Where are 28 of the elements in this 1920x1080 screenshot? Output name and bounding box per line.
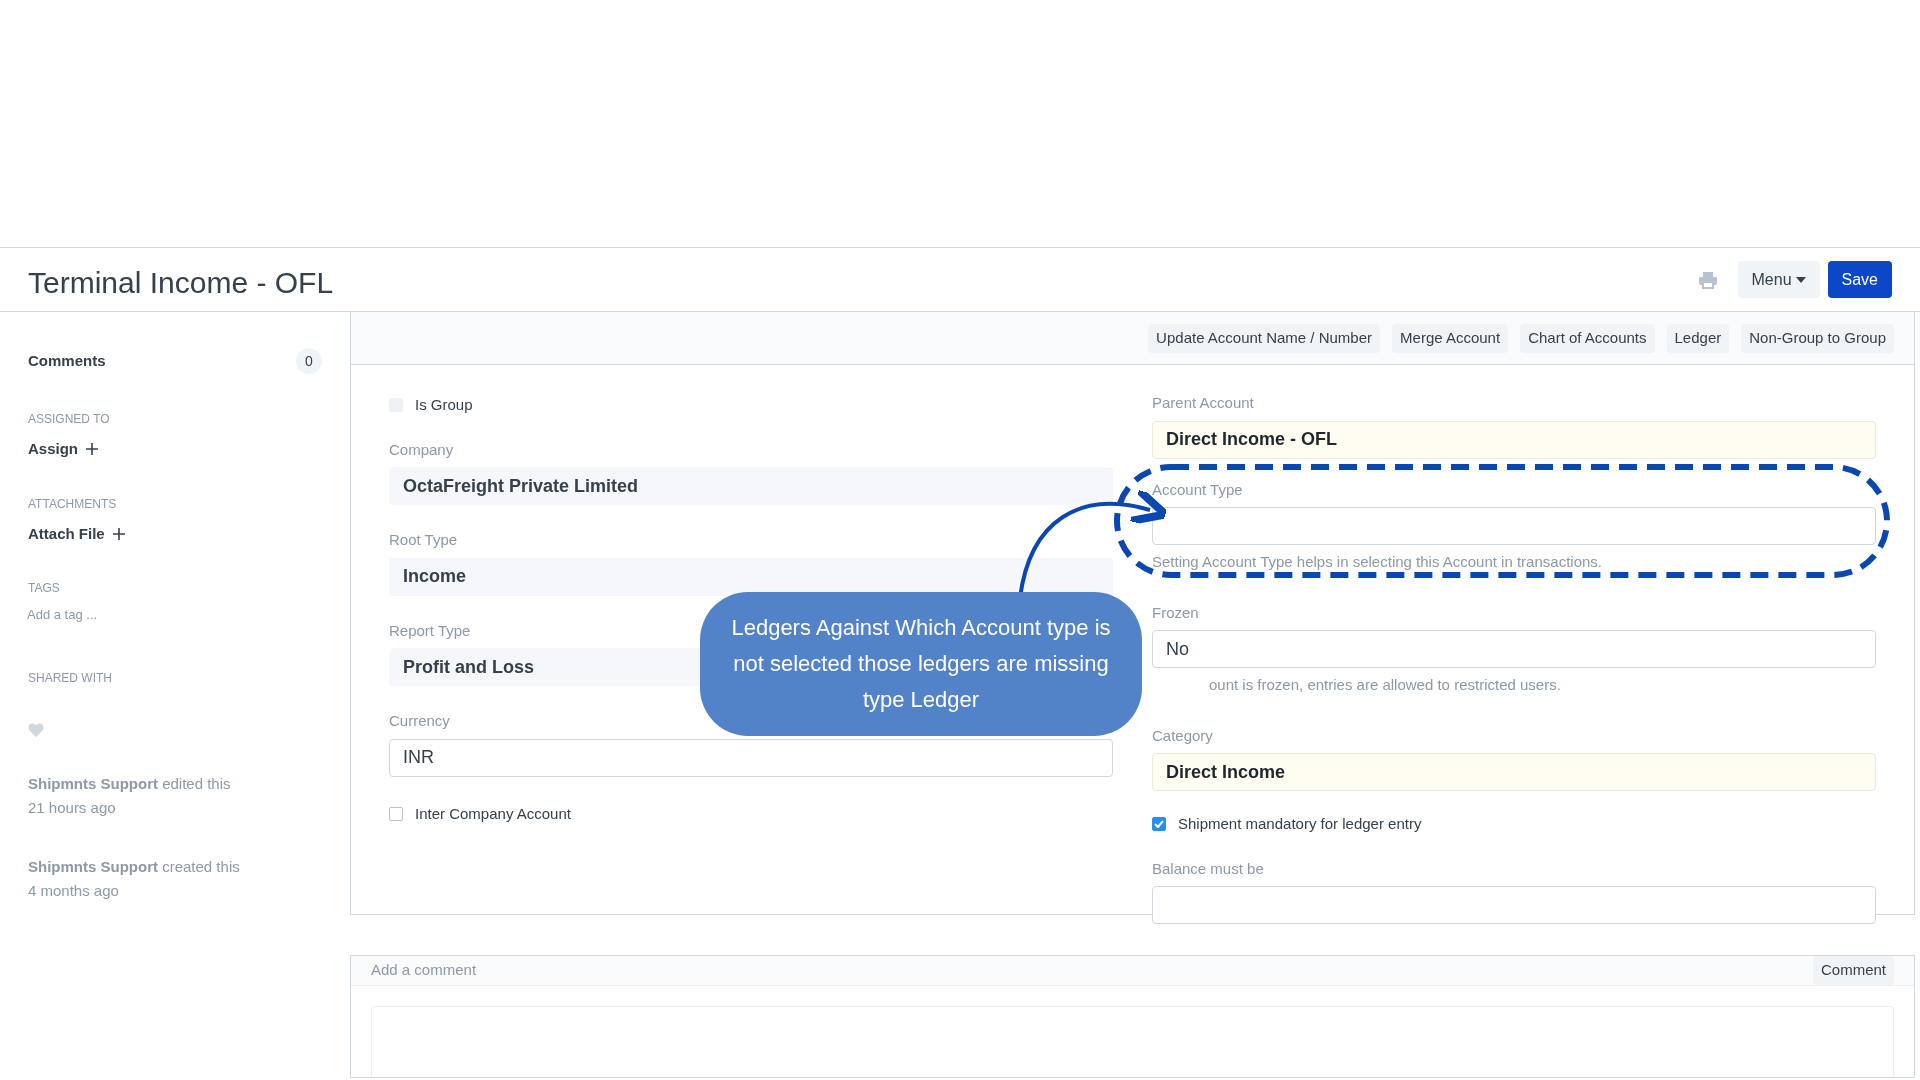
- field-label: Balance must be: [1152, 858, 1264, 879]
- activity-text: Shipmnts Support edited this: [28, 773, 232, 794]
- comment-count: 0: [296, 348, 322, 374]
- field-label: Category: [1152, 725, 1213, 746]
- field-label: Parent Account: [1152, 393, 1254, 413]
- activity-text: Shipmnts Support created this: [28, 856, 241, 877]
- checkbox-label: Shipment mandatory for ledger entry: [1178, 814, 1422, 834]
- annotation-tooltip: Ledgers Against Which Account type is not selected those ledgers are missing type Ledger: [700, 592, 1142, 736]
- activity-time: 4 months ago: [28, 881, 120, 901]
- checkbox-label: Inter Company Account: [415, 803, 571, 824]
- field-description: ount is frozen, entries are allowed to restricted users.: [1208, 675, 1561, 695]
- page-title: Terminal Income - OFL: [28, 265, 334, 301]
- section-heading: TAGS: [28, 580, 61, 597]
- field-label: Currency: [389, 711, 450, 731]
- field-label: Root Type: [389, 530, 458, 550]
- readonly-field: OctaFreight Private Limited: [389, 467, 1113, 505]
- section-heading: SHARED WITH: [28, 669, 113, 687]
- field-label: Company: [389, 439, 454, 460]
- section-heading: ASSIGNED TO: [28, 411, 111, 428]
- activity-time: 21 hours ago: [28, 798, 117, 818]
- readonly-field: Income: [389, 557, 1113, 596]
- field-label: Report Type: [389, 620, 471, 641]
- field-description: Setting Account Type helps in selecting this Account in transactions.: [1152, 552, 1602, 572]
- section-heading: ATTACHMENTS: [28, 495, 118, 513]
- field-label: Account Type: [1152, 479, 1243, 500]
- field-label: Frozen: [1152, 602, 1199, 623]
- comments-label: Comments: [28, 350, 106, 371]
- checkbox-label: Is Group: [415, 395, 473, 415]
